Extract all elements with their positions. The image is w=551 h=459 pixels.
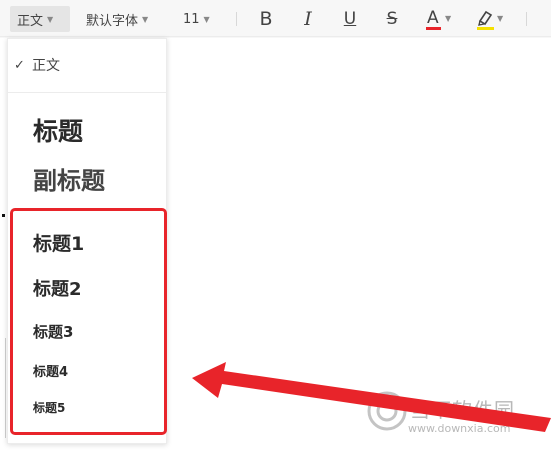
annotation-arrow bbox=[192, 362, 551, 432]
